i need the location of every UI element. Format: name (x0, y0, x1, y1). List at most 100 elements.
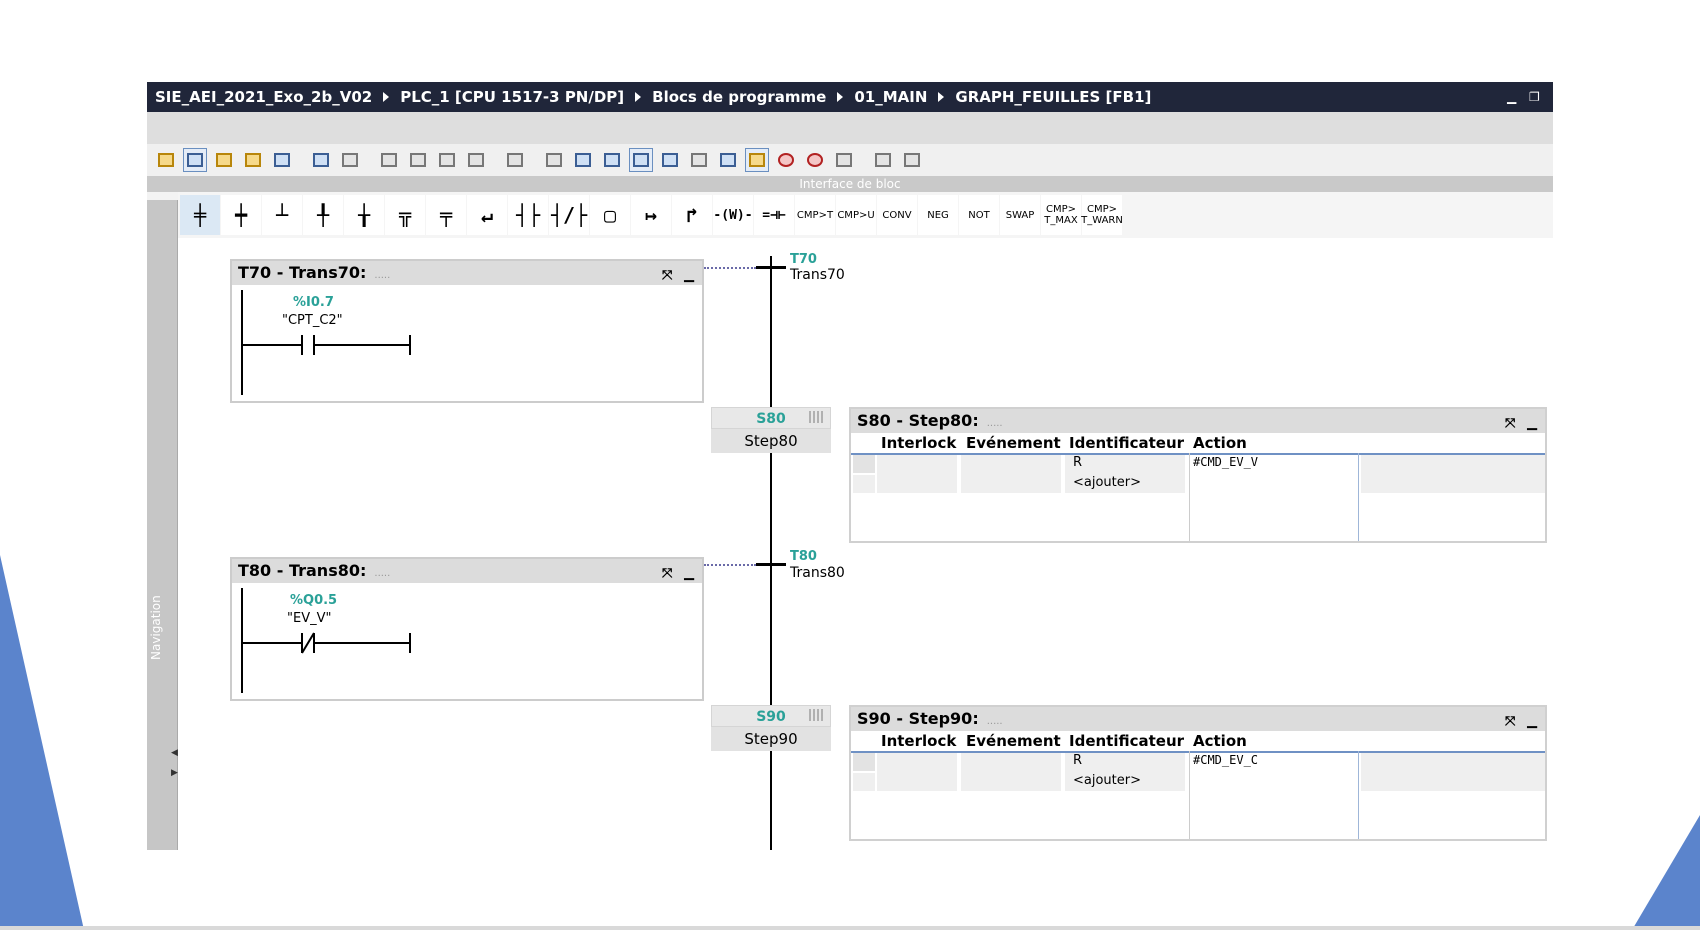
lad-box-button[interactable]: ▢ (590, 195, 630, 235)
qualifier-cell[interactable]: R (1073, 753, 1082, 768)
toolbar-button-17[interactable] (658, 148, 682, 172)
breadcrumb-program-blocks[interactable]: Blocs de programme (652, 88, 826, 106)
toolbar-button-15[interactable] (600, 148, 624, 172)
action-table-title: S90 - Step90: (857, 709, 979, 728)
chevron-right-icon (938, 92, 945, 102)
lad-no-contact-button[interactable]: ┤├ (508, 195, 548, 235)
reset-icon (807, 153, 823, 167)
lad-cmp-tmax-button[interactable]: CMP> T_MAX (1041, 195, 1081, 235)
download-icon (836, 153, 852, 167)
lad-nc-contact-button[interactable]: ┤/├ (549, 195, 589, 235)
breadcrumb-main[interactable]: 01_MAIN (854, 88, 927, 106)
action-cell[interactable]: #CMD_EV_C (1193, 753, 1258, 767)
add-row-cell[interactable]: <ajouter> (1073, 475, 1141, 490)
toolbar-button-6[interactable] (309, 148, 333, 172)
transition-box-t80[interactable]: T80 - Trans80:..... ⤧ ▁ %Q0.5 "EV_V" (230, 557, 704, 701)
no-contact-icon: ┤├ (515, 202, 541, 227)
lad-open-branch-button[interactable]: ↦ (631, 195, 671, 235)
column-action: Action (1193, 732, 1247, 750)
toolbar-button-20[interactable] (745, 148, 769, 172)
lad-sim-branch-button[interactable]: ╦ (385, 195, 425, 235)
branch-open-icon: ┿ (234, 202, 248, 227)
toolbar-button-14[interactable] (571, 148, 595, 172)
action-table-s80[interactable]: S80 - Step80:..... ⤧ ▁ Interlock Evéneme… (849, 407, 1547, 543)
column-identifier: Identificateur (1069, 732, 1185, 750)
transition-box-t70[interactable]: T70 - Trans70:..... ⤧ ▁ %I0.7 "CPT_C2" (230, 259, 704, 403)
column-divider (1189, 453, 1190, 541)
column-identifier: Identificateur (1069, 434, 1185, 452)
sequence-view-icon (187, 153, 203, 167)
lad-cmp-u-button[interactable]: CMP>U (836, 195, 876, 235)
lad-compare-button[interactable]: =⊣⊢ (754, 195, 794, 235)
step-s90[interactable]: S90 Step90 (711, 705, 831, 751)
step-s80[interactable]: S80 Step80 (711, 407, 831, 453)
tool-icon (507, 153, 523, 167)
lad-coil-button[interactable]: -(W)- (713, 195, 753, 235)
branch-up-icon: ↱ (685, 202, 699, 227)
window-icon (604, 153, 620, 167)
toolbar-button-19[interactable] (716, 148, 740, 172)
breadcrumb-block[interactable]: GRAPH_FEUILLES [FB1] (955, 88, 1151, 106)
lad-swap-button[interactable]: SWAP (1000, 195, 1040, 235)
lad-jump-button[interactable]: ↵ (467, 195, 507, 235)
toolbar-button-22[interactable] (803, 148, 827, 172)
grid-icon (809, 411, 823, 423)
list-icon (546, 153, 562, 167)
collapse-arrow-icon[interactable]: ◀ (171, 748, 178, 758)
lad-alt-branch-button[interactable]: ╤ (426, 195, 466, 235)
toolbar-button-25[interactable] (900, 148, 924, 172)
lad-branch-close-button[interactable]: ┴ (262, 195, 302, 235)
comment-icon (633, 153, 649, 167)
nc-contact-network[interactable] (232, 583, 706, 699)
row-handle[interactable] (853, 455, 875, 473)
lad-cmp-t-button[interactable]: CMP>T (795, 195, 835, 235)
lad-branch-open-button[interactable]: ┿ (221, 195, 261, 235)
toolbar-button-3[interactable] (212, 148, 236, 172)
lad-network-button[interactable]: ╪ (180, 195, 220, 235)
breadcrumb: SIE_AEI_2021_Exo_2b_V02 PLC_1 [CPU 1517-… (147, 82, 1553, 112)
expand-arrow-icon[interactable]: ▶ (171, 768, 178, 778)
step-name: Step90 (711, 727, 831, 751)
toolbar-button-24[interactable] (871, 148, 895, 172)
toolbar-button-10[interactable] (435, 148, 459, 172)
action-table-s90[interactable]: S90 - Step90:..... ⤧ ▁ Interlock Evéneme… (849, 705, 1547, 841)
toolbar-button-23[interactable] (832, 148, 856, 172)
no-contact-network[interactable] (232, 285, 706, 401)
breadcrumb-plc[interactable]: PLC_1 [CPU 1517-3 PN/DP] (400, 88, 624, 106)
toolbar-button-18[interactable] (687, 148, 711, 172)
lad-neg-button[interactable]: NEG (918, 195, 958, 235)
toolbar-button-16[interactable] (629, 148, 653, 172)
lad-not-button[interactable]: NOT (959, 195, 999, 235)
nc-contact-icon: ┤/├ (550, 202, 588, 227)
transition-header: T80 - Trans80:..... ⤧ ▁ (232, 559, 702, 583)
block-interface-bar[interactable]: Interface de bloc (147, 176, 1553, 192)
lad-cmp-twarn-button[interactable]: CMP> T_WARN (1081, 195, 1123, 235)
restore-icon[interactable]: ❐ (1529, 90, 1540, 104)
coil-icon: -(W)- (713, 207, 753, 223)
toolbar-button-5[interactable] (270, 148, 294, 172)
toolbar-button-12[interactable] (503, 148, 527, 172)
toolbar-button-4[interactable] (241, 148, 265, 172)
lad-step-s-button[interactable]: ╁ (344, 195, 384, 235)
editor-toolbar (147, 144, 1553, 176)
navigation-panel[interactable]: ◀ ▶ Navigation (147, 200, 178, 850)
lad-close-branch-button[interactable]: ↱ (672, 195, 712, 235)
row-handle[interactable] (853, 753, 875, 771)
toolbar-button-7[interactable] (338, 148, 362, 172)
lad-step-button[interactable]: ╀ (303, 195, 343, 235)
toolbar-button-2[interactable] (183, 148, 207, 172)
toolbar-button-21[interactable] (774, 148, 798, 172)
lad-conv-button[interactable]: CONV (877, 195, 917, 235)
toolbar-button-13[interactable] (542, 148, 566, 172)
minimize-icon[interactable]: ▁ (1507, 90, 1516, 104)
breadcrumb-project[interactable]: SIE_AEI_2021_Exo_2b_V02 (155, 88, 372, 106)
toolbar-button-1[interactable] (154, 148, 178, 172)
toolbar-button-8[interactable] (377, 148, 401, 172)
qualifier-cell[interactable]: R (1073, 455, 1082, 470)
toolbar-button-11[interactable] (464, 148, 488, 172)
transition-id: T80 (790, 549, 817, 564)
grid-cell (853, 773, 875, 791)
action-cell[interactable]: #CMD_EV_V (1193, 455, 1258, 469)
add-row-cell[interactable]: <ajouter> (1073, 773, 1141, 788)
toolbar-button-9[interactable] (406, 148, 430, 172)
